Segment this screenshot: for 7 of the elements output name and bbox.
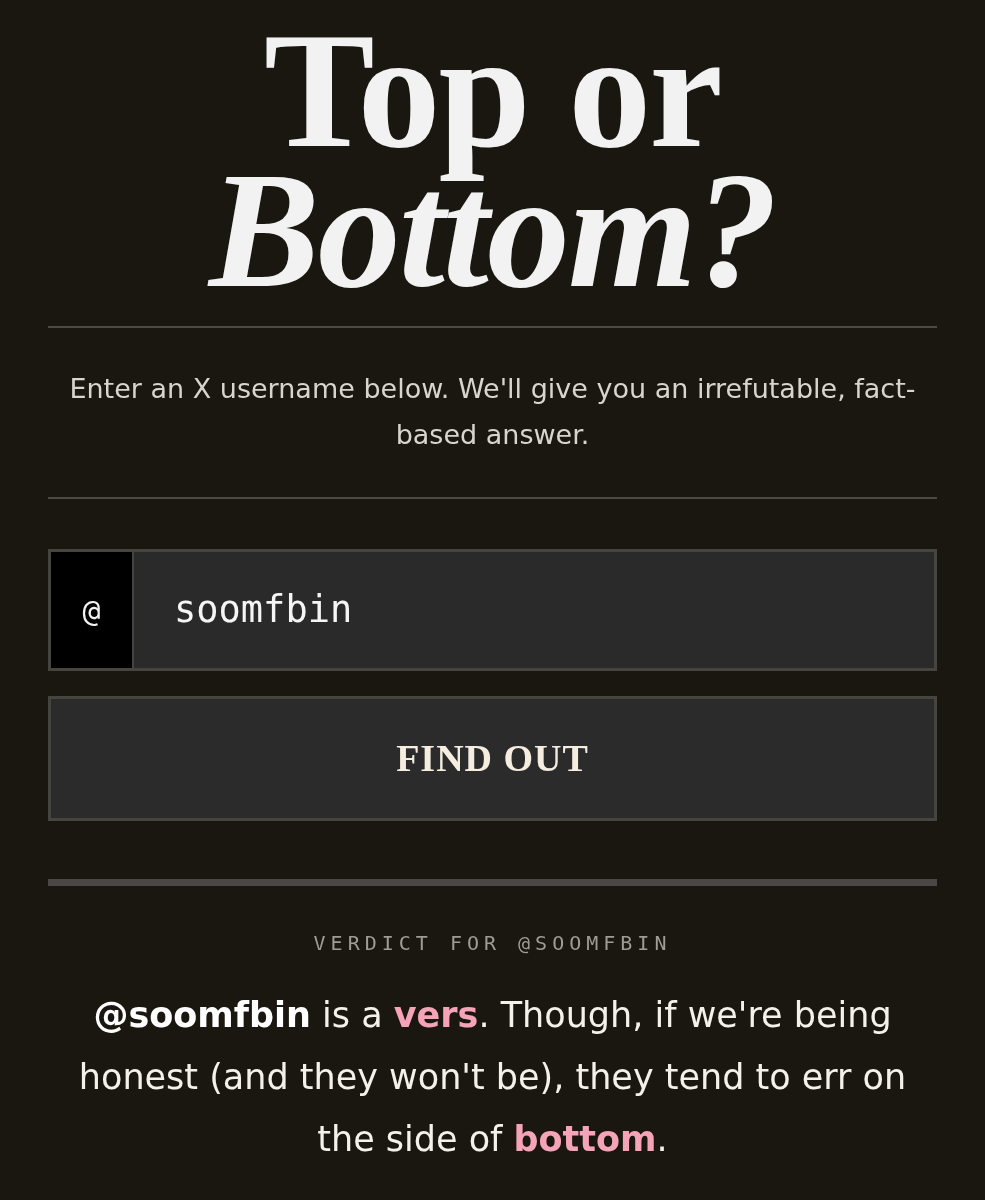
find-out-button[interactable]: FIND OUT (48, 696, 937, 821)
username-prefix: @ (48, 549, 135, 671)
username-field[interactable]: soomfbin (134, 549, 937, 671)
verdict-text: @soomfbin is a vers. Though, if we're being honest (and they won't be), they tend to err on the side of bottom. (77, 994, 908, 1161)
verdict-heading: VERDICT FOR @SOOMFBIN (312, 930, 673, 957)
intro-text: Enter an X username below. We'll give you an irrefutable, fact-based answer. (68, 372, 917, 452)
page-title: Top or Bottom? (206, 0, 778, 324)
